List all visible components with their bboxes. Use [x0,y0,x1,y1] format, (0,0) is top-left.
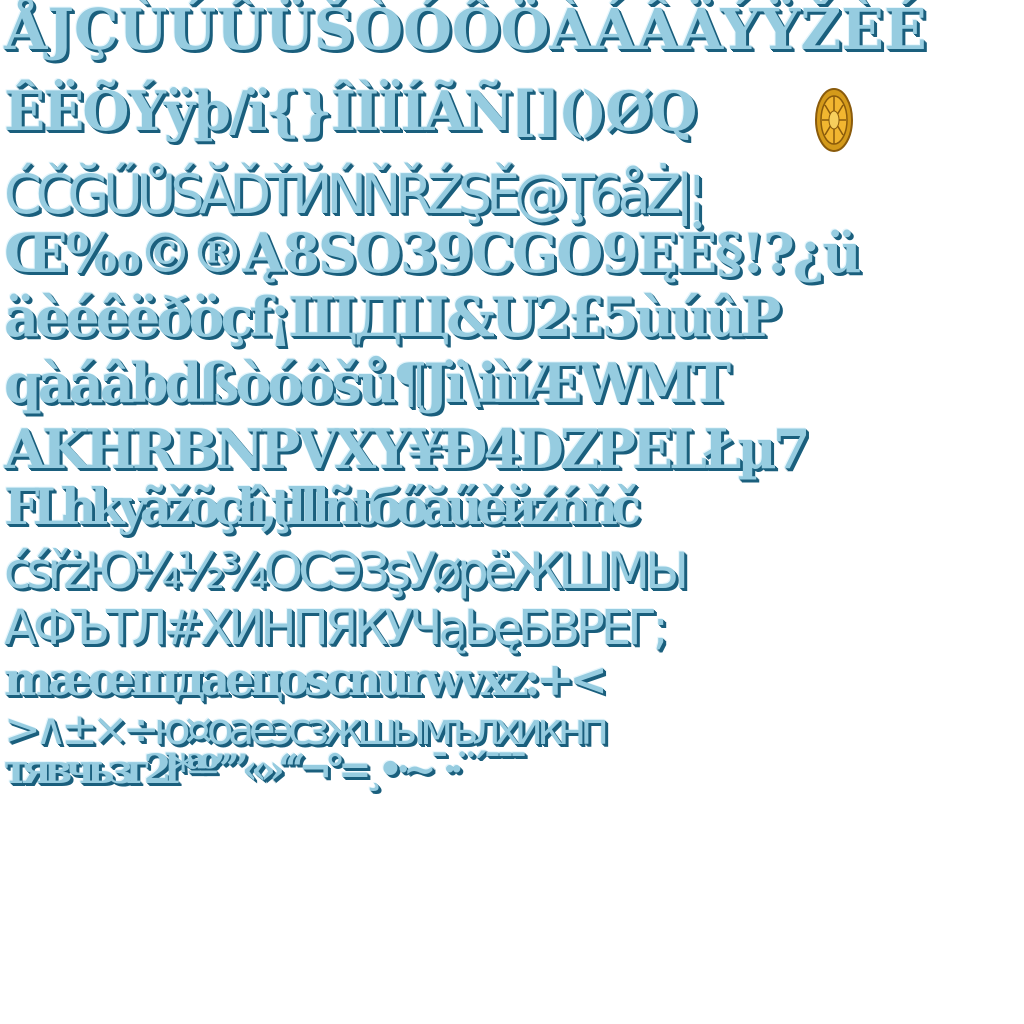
glyph-row-1: ÅJÇÙÚÛÜŠÒÓÔÖÀÁÂÄÝŸŽÈÉ [4,0,927,63]
glyph-atlas: ÅJÇÙÚÛÜŠÒÓÔÖÀÁÂÄÝŸŽÈÉ ÊËÕÝÿþ/ï{}ÎÌÏÍÃÑ[]… [0,0,1024,1024]
glyph-row-6: qàáâbdßòóôšů¶Jï\iìíÆWMT [4,351,731,415]
glyph-row-7: AKHRBNPVXY¥Đ4DZPELŁµ7 [4,417,810,481]
glyph-row-5: äèéêëðöçf¡ЩДЦ&U2£5ùúûP [4,285,781,349]
glyph-row-2: ÊËÕÝÿþ/ï{}ÎÌÏÍÃÑ[]()ØQ [4,79,697,143]
glyph-row-11: mæœщдaeцoscnurwvxz:+< [4,652,608,706]
glyph-row-10: АФЪТЛ#ХИНПЯКУЧąЬęБВРЕГ; [4,600,669,656]
glyph-row-4: Œ‰©®Ą8SO39CGO9ĘĖ§!?¿ü [4,221,862,285]
glyph-row-3: ĆČĞŰŮŚĂĎŤЙŃŇŘŹŞĚ@Ţ6åŻ|¦ [4,163,706,226]
glyph-row-9: ćśřżЮ¼½¾OCЭЗşУøpëЖШМЫ [4,542,689,600]
glyph-row-8: FLhkyãžõçłî,ţlllñtбőăűěйźńňč [4,477,641,536]
gold-coin-icon [815,88,853,152]
glyph-row-13: тявчьзг2l*ªº’’”«»‘‘‘¬°=¸•·~¯··¨´¯¯¯ [4,746,529,793]
